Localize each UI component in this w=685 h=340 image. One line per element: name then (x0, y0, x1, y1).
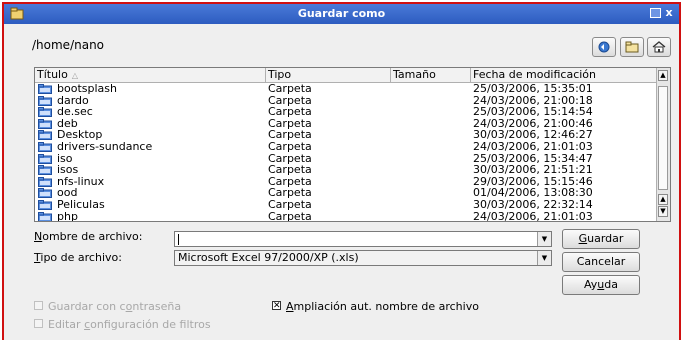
column-header-size[interactable]: Tamaño (391, 68, 471, 82)
file-type: Carpeta (268, 197, 312, 211)
scroll-thumb[interactable] (658, 86, 668, 190)
file-name: isos (57, 163, 79, 177)
table-row[interactable]: bootsplash Carpeta 25/03/2006, 15:35:01 (35, 83, 658, 95)
filetype-label: Tipo de archivo: (34, 251, 122, 264)
table-row[interactable]: drivers-sundance Carpeta 24/03/2006, 21:01… (35, 141, 658, 153)
file-type: Carpeta (268, 82, 312, 95)
home-button[interactable] (647, 37, 671, 57)
folder-icon (38, 211, 52, 221)
password-checkbox-box[interactable] (34, 301, 43, 310)
column-header-date[interactable]: Fecha de modificación (471, 68, 658, 82)
folder-icon (38, 107, 52, 118)
home-icon (652, 41, 666, 53)
file-name: drivers-sundance (57, 139, 153, 153)
window-title: Guardar como (297, 7, 386, 20)
file-type: Carpeta (268, 139, 312, 153)
save-as-dialog: Guardar como x /home/nano Título △ Tipo T… (2, 2, 681, 340)
file-name: php (57, 209, 78, 222)
folder-icon (38, 118, 52, 129)
password-checkbox-label: Guardar con contraseña (48, 300, 182, 313)
filetype-select[interactable]: Microsoft Excel 97/2000/XP (.xls) ▼ (174, 250, 552, 266)
filter-settings-checkbox-box[interactable] (34, 319, 43, 328)
back-refresh-icon (598, 41, 610, 53)
help-button[interactable]: Ayuda (562, 275, 640, 295)
filetype-dropdown-icon[interactable]: ▼ (537, 251, 551, 265)
folder-icon (625, 41, 639, 53)
file-rows: bootsplash Carpeta 25/03/2006, 15:35:01 dar… (35, 83, 658, 222)
column-header-type[interactable]: Tipo (266, 68, 391, 82)
file-type: Carpeta (268, 209, 312, 222)
save-button[interactable]: Guardar (562, 229, 640, 249)
maximize-button[interactable] (650, 8, 661, 18)
auto-extension-checkbox-box[interactable]: ✕ (272, 301, 281, 311)
folder-icon (38, 84, 52, 94)
table-row[interactable]: php Carpeta 24/03/2006, 21:01:03 (35, 209, 658, 222)
scroll-down-icon[interactable]: ▼ (658, 206, 668, 217)
file-date: 25/03/2006, 15:35:01 (473, 82, 593, 95)
file-date: 30/03/2006, 21:51:21 (473, 163, 593, 177)
folder-icon (38, 176, 52, 187)
auto-extension-checkbox-label: Ampliación aut. nombre de archivo (286, 300, 479, 313)
file-date: 24/03/2006, 21:01:03 (473, 209, 593, 222)
file-date: 24/03/2006, 21:01:03 (473, 139, 593, 153)
refresh-button[interactable] (592, 37, 616, 57)
file-list-header: Título △ Tipo Tamaño Fecha de modificació… (35, 68, 658, 83)
folder-icon (38, 199, 52, 210)
file-list[interactable]: Título △ Tipo Tamaño Fecha de modificació… (34, 67, 671, 222)
table-row[interactable]: isos Carpeta 30/03/2006, 21:51:21 (35, 164, 658, 176)
sort-arrow-icon: △ (71, 71, 79, 80)
folder-icon (38, 165, 52, 176)
close-button[interactable]: x (663, 7, 675, 19)
new-folder-button[interactable] (620, 37, 644, 57)
file-date: 30/03/2006, 22:32:14 (473, 197, 593, 211)
vertical-scrollbar[interactable]: ▲ ▲ ▼ (656, 68, 670, 221)
title-bar[interactable]: Guardar como x (4, 4, 679, 24)
scroll-down-small-icon[interactable]: ▲ (658, 194, 668, 205)
filename-input[interactable]: ▼ (174, 231, 552, 247)
table-row[interactable]: Peliculas Carpeta 30/03/2006, 22:32:14 (35, 199, 658, 211)
column-header-title[interactable]: Título △ (35, 68, 266, 82)
file-name: bootsplash (57, 82, 117, 95)
folder-icon (38, 153, 52, 164)
folder-icon (38, 130, 52, 141)
folder-icon (38, 95, 52, 106)
scroll-up-icon[interactable]: ▲ (658, 70, 668, 81)
current-path: /home/nano (32, 38, 105, 52)
file-type: Carpeta (268, 163, 312, 177)
filename-label: Nombre de archivo: (34, 230, 143, 243)
filter-settings-checkbox-label: Editar configuración de filtros (48, 318, 211, 331)
folder-icon (38, 141, 52, 152)
folder-icon (38, 188, 52, 199)
cancel-button[interactable]: Cancelar (562, 252, 640, 272)
filename-dropdown-icon[interactable]: ▼ (537, 232, 551, 246)
text-caret (178, 233, 179, 245)
file-name: Peliculas (57, 197, 105, 211)
